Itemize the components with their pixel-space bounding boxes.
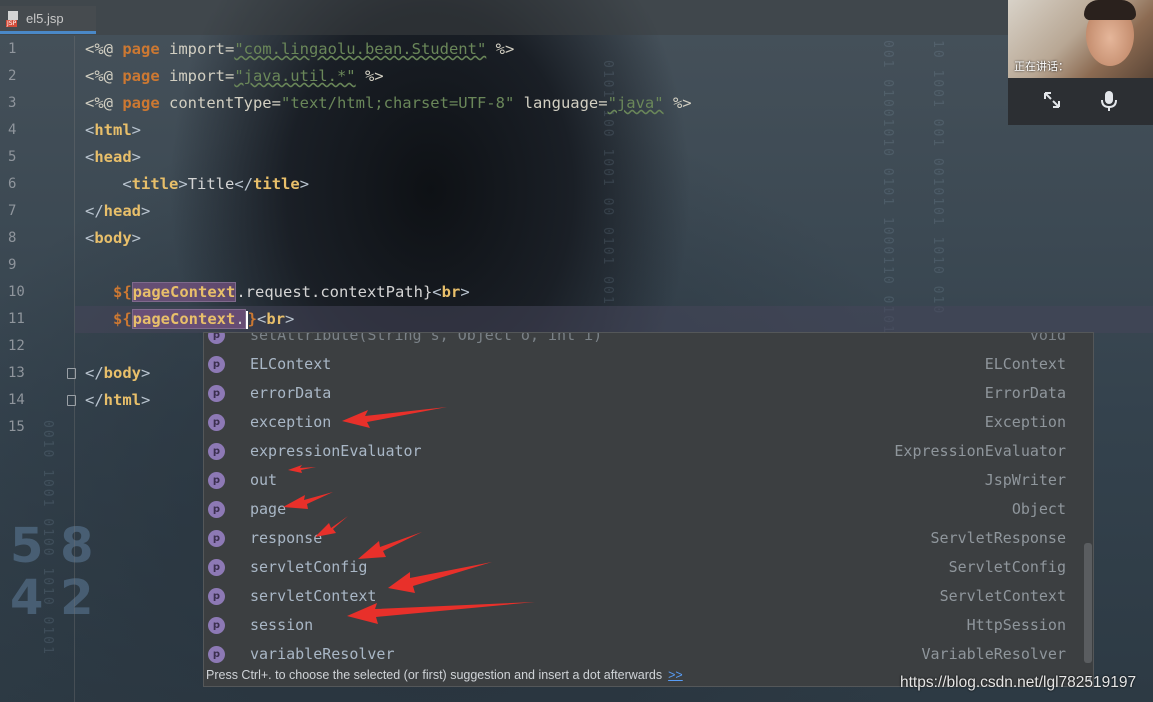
line-number: 12 (8, 338, 25, 354)
source-watermark: https://blog.csdn.net/lgl782519197 (900, 674, 1137, 691)
completion-item-name: session (250, 616, 314, 634)
tab-label: el5.jsp (26, 11, 64, 26)
line-number: 15 (8, 419, 25, 435)
completion-item[interactable]: p setAttribute(String s, Object o, int i)… (204, 332, 1074, 350)
completion-item-type: Exception (984, 413, 1066, 431)
completion-item-type: Object (1011, 500, 1066, 518)
completion-item[interactable]: p session HttpSession (204, 611, 1074, 640)
more-hints-link[interactable]: >> (668, 668, 683, 682)
completion-item[interactable]: p servletContext ServletContext (204, 582, 1074, 611)
line-number: 13 (8, 365, 25, 381)
code-line-10[interactable]: ${pageContext.request.contextPath}<br> (85, 279, 470, 306)
completion-item-type: ELContext (984, 355, 1066, 373)
completion-item[interactable]: p servletConfig ServletConfig (204, 553, 1074, 582)
code-line-5[interactable]: <head> (85, 144, 141, 171)
completion-item[interactable]: p exception Exception (204, 408, 1074, 437)
property-icon: p (208, 530, 225, 547)
fold-marker-icon[interactable] (67, 395, 76, 406)
line-number: 14 (8, 392, 25, 408)
completion-item[interactable]: p ELContext ELContext (204, 350, 1074, 379)
line-number: 7 (8, 203, 17, 219)
line-number: 5 (8, 149, 17, 165)
completion-item-name: setAttribute(String s, Object o, int i) (250, 332, 603, 344)
completion-item-type: HttpSession (966, 616, 1066, 634)
line-number: 3 (8, 95, 17, 111)
code-line-8[interactable]: <body> (85, 225, 141, 252)
completion-item-name: servletContext (250, 587, 377, 605)
completion-item-name: servletConfig (250, 558, 368, 576)
property-icon: p (208, 333, 225, 344)
editor-tab-bar: JSP el5.jsp (0, 0, 1153, 35)
code-line-6[interactable]: <title>Title</title> (85, 171, 309, 198)
property-icon: p (208, 617, 225, 634)
completion-item-name: page (250, 500, 287, 518)
property-icon: p (208, 646, 225, 663)
code-line-13[interactable]: </body> (85, 360, 150, 387)
wallpaper-digits: 001 01001010 0101 1000110 0101 (880, 40, 895, 335)
property-icon: p (208, 385, 225, 402)
completion-item-name: errorData (250, 384, 332, 402)
jsp-file-icon: JSP (6, 10, 20, 27)
completion-item-name: out (250, 471, 278, 489)
completion-item-type: JspWriter (984, 471, 1066, 489)
code-line-2[interactable]: <%@ page import="java.util.*" %> (85, 63, 384, 90)
line-number: 10 (8, 284, 25, 300)
code-completion-popup[interactable]: p setAttribute(String s, Object o, int i)… (203, 332, 1094, 687)
completion-item-type: ExpressionEvaluator (894, 442, 1066, 460)
line-number: 11 (8, 311, 25, 327)
property-icon: p (208, 356, 225, 373)
line-number: 6 (8, 176, 17, 192)
completion-item[interactable]: p out JspWriter (204, 466, 1074, 495)
code-line-1[interactable]: <%@ page import="com.lingaolu.bean.Stude… (85, 36, 514, 63)
completion-item-type: ErrorData (984, 384, 1066, 402)
code-line-7[interactable]: </head> (85, 198, 150, 225)
code-line-14[interactable]: </html> (85, 387, 150, 414)
completion-item-type: ServletResponse (930, 529, 1066, 547)
completion-item[interactable]: p response ServletResponse (204, 524, 1074, 553)
completion-item[interactable]: p page Object (204, 495, 1074, 524)
completion-item[interactable]: p expressionEvaluator ExpressionEvaluator (204, 437, 1074, 466)
microphone-icon[interactable] (1099, 90, 1119, 117)
line-number: 4 (8, 122, 17, 138)
line-number: 2 (8, 68, 17, 84)
line-number: 8 (8, 230, 17, 246)
completion-item-type: ServletConfig (948, 558, 1066, 576)
video-call-widget[interactable]: 正在讲话： (1008, 0, 1153, 125)
property-icon: p (208, 472, 225, 489)
popup-scrollbar[interactable] (1084, 543, 1092, 663)
property-icon: p (208, 443, 225, 460)
fold-marker-icon[interactable] (67, 368, 76, 379)
wallpaper-digits: 10 1001 001 0010101 1010 010 (930, 40, 945, 316)
completion-item-type: ServletContext (939, 587, 1066, 605)
speaker-hair (1084, 0, 1136, 20)
completion-item-name: ELContext (250, 355, 332, 373)
code-line-4[interactable]: <html> (85, 117, 141, 144)
property-icon: p (208, 414, 225, 431)
completion-item-name: exception (250, 413, 332, 431)
property-icon: p (208, 588, 225, 605)
fullscreen-icon[interactable] (1042, 90, 1062, 115)
tab-el5-jsp[interactable]: JSP el5.jsp (0, 6, 96, 34)
property-icon: p (208, 501, 225, 518)
line-number-gutter[interactable]: 1 2 3 4 5 6 7 8 9 10 11 12 13 14 15 (0, 36, 76, 702)
line-number: 1 (8, 41, 17, 57)
line-number: 9 (8, 257, 17, 273)
property-icon: p (208, 559, 225, 576)
webcam-feed: 正在讲话： (1008, 0, 1153, 78)
completion-item-type: void (1029, 332, 1066, 344)
code-line-3[interactable]: <%@ page contentType="text/html;charset=… (85, 90, 692, 117)
completion-item-name: response (250, 529, 323, 547)
code-line-11[interactable]: ${pageContext.}<br> (85, 306, 294, 333)
completion-item-name: expressionEvaluator (250, 442, 422, 460)
completion-item[interactable]: p errorData ErrorData (204, 379, 1074, 408)
speaking-label: 正在讲话： (1014, 60, 1069, 73)
